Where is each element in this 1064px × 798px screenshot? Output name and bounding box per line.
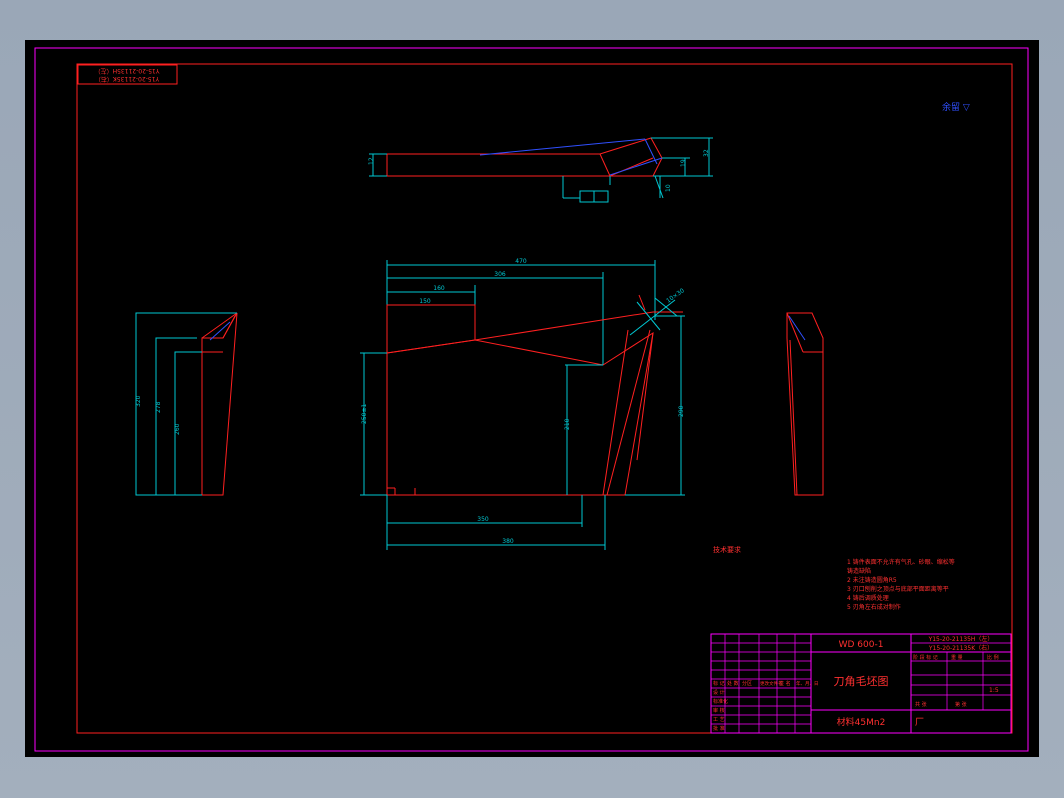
front-view: 470 306 160 150 10×30 250±1 210 290 350 … bbox=[360, 258, 686, 550]
tb-part-no-2: Y15-20-21135K（右） bbox=[928, 644, 993, 652]
cad-drawing: Y15-20-21135H（左） Y15-20-21135K（右） 余留 ▽ 1… bbox=[34, 47, 1029, 752]
tb-label-date: 年、月、日 bbox=[796, 680, 819, 687]
tb-label-sign: 签 名 bbox=[779, 680, 791, 687]
tb-material: 材料45Mn2 bbox=[837, 716, 886, 728]
inner-frame bbox=[76, 63, 1013, 734]
dim-210: 210 bbox=[564, 418, 571, 430]
tb-weight-label: 重 量 bbox=[951, 654, 963, 661]
dim-top-32: 32 bbox=[703, 149, 710, 157]
tb-label-zone: 分区 bbox=[742, 680, 752, 687]
tb-model: WD 600-1 bbox=[839, 640, 884, 650]
tb-label-count: 处 数 bbox=[727, 680, 739, 687]
tb-label-approve: 批 准 bbox=[713, 725, 725, 732]
top-view: 12 19 32 10 bbox=[368, 137, 713, 203]
tech-req-item-1b: 铸造缺陷 bbox=[847, 567, 871, 575]
stamp-box: Y15-20-21135H（左） Y15-20-21135K（右） bbox=[77, 64, 178, 85]
surface-finish-note: 余留 ▽ bbox=[942, 101, 970, 113]
dim-290: 290 bbox=[678, 405, 685, 417]
tb-label-design: 设 计 bbox=[713, 689, 725, 696]
tech-req-item-2: 2 未注铸造圆角R5 bbox=[847, 576, 897, 584]
tb-total-sheets: 共 张 bbox=[915, 701, 927, 708]
dim-380: 380 bbox=[502, 538, 514, 545]
tb-label-check: 审 核 bbox=[713, 707, 725, 714]
tech-req-item-5: 5 刃角左右成对制作 bbox=[847, 603, 901, 611]
tb-label-std: 标准化 bbox=[713, 698, 728, 705]
tb-sheet-no: 第 张 bbox=[955, 701, 967, 708]
dim-left-278: 278 bbox=[155, 401, 162, 413]
dim-250: 250±1 bbox=[361, 404, 368, 424]
stamp-line-1: Y15-20-21135H（左） bbox=[95, 67, 161, 75]
drawing-sheet: Y15-20-21135H（左） Y15-20-21135K（右） 余留 ▽ 1… bbox=[25, 40, 1039, 757]
dim-306: 306 bbox=[494, 271, 506, 278]
tech-req-item-1: 1 铸件表面不允许有气孔、砂眼、缩松等 bbox=[847, 558, 955, 566]
dim-top-12: 12 bbox=[368, 157, 375, 165]
dim-left-260: 260 bbox=[174, 423, 181, 435]
tech-req-item-3: 3 刃口刨削之顶点与底部平面距离等平 bbox=[847, 585, 949, 593]
tb-factory: 厂 bbox=[915, 717, 924, 728]
dim-470: 470 bbox=[515, 258, 527, 265]
tb-label-mark: 标 记 bbox=[713, 680, 725, 687]
dim-350: 350 bbox=[477, 516, 489, 523]
tb-part-no-1: Y15-20-21135H（左） bbox=[928, 635, 994, 643]
dim-top-10: 10 bbox=[665, 184, 672, 192]
tech-req-title: 技术要求 bbox=[713, 545, 741, 554]
title-block: 标 记 处 数 分区 更改文件号 签 名 年、月、日 设 计 标准化 审 核 工… bbox=[710, 633, 1012, 734]
tb-label-process: 工 艺 bbox=[713, 717, 725, 723]
dim-left-320: 320 bbox=[135, 395, 142, 407]
tb-stage-label: 阶 段 标 记 bbox=[913, 654, 938, 661]
tech-req-item-4: 4 铸后调质处理 bbox=[847, 594, 889, 602]
left-side-view: 320 278 260 bbox=[135, 312, 238, 496]
tb-scale-label: 比 例 bbox=[987, 654, 999, 661]
technical-requirements: 技术要求 1 铸件表面不允许有气孔、砂眼、缩松等 铸造缺陷 2 未注铸造圆角R5… bbox=[713, 545, 955, 611]
dim-150: 150 bbox=[419, 298, 431, 305]
dim-angle: 10×30 bbox=[665, 287, 686, 304]
right-side-view bbox=[786, 312, 824, 496]
tb-drawing-name: 刀角毛坯图 bbox=[834, 675, 889, 688]
dim-top-19: 19 bbox=[680, 159, 687, 167]
dim-160: 160 bbox=[433, 285, 445, 292]
tb-scale-value: 1:5 bbox=[989, 687, 999, 694]
stamp-line-2: Y15-20-21135K（右） bbox=[95, 75, 160, 83]
